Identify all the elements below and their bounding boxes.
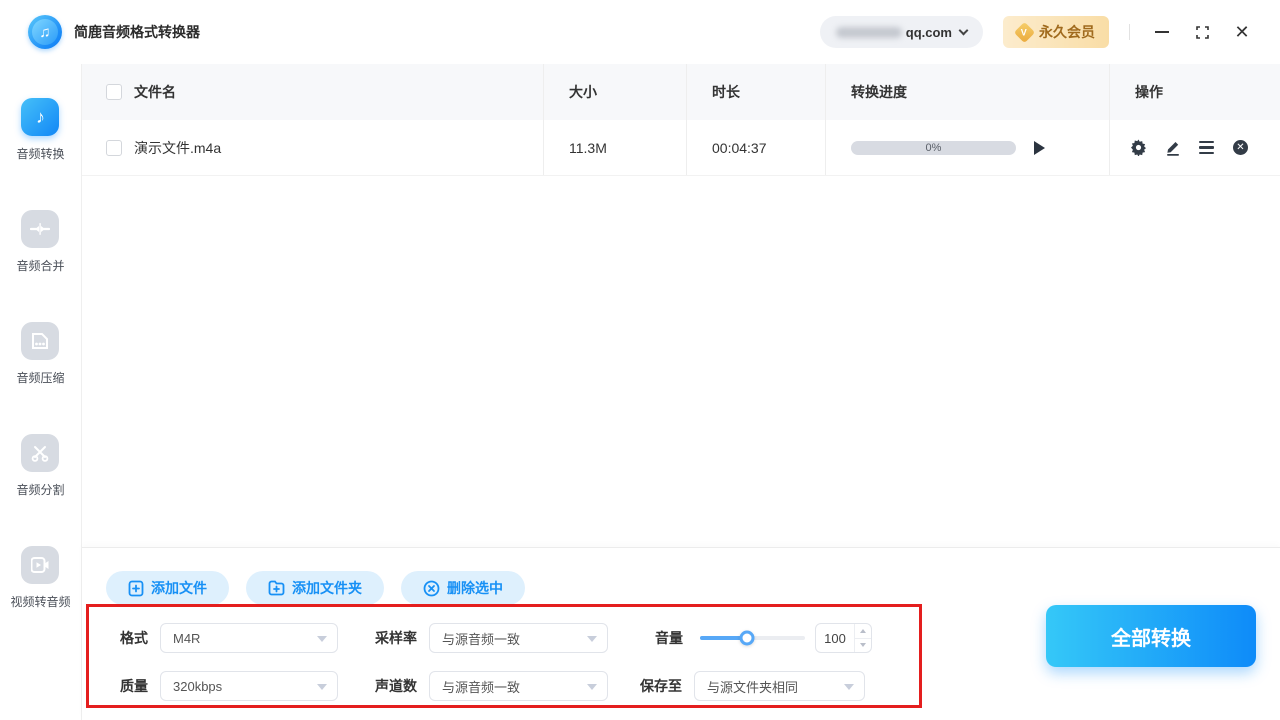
dropdown-arrow-icon	[317, 684, 327, 690]
video-camera-icon	[21, 546, 60, 584]
volume-increment-button[interactable]	[855, 624, 871, 639]
table-header: 文件名 大小 时长 转换进度 操作	[82, 64, 1280, 120]
quality-label: 质量	[120, 678, 148, 694]
column-header-progress: 转换进度	[825, 64, 1109, 120]
convert-all-button[interactable]: 全部转换	[1046, 605, 1256, 667]
app-window: ♫ 简鹿音频格式转换器 qq.com V 永久会员 ✕ ♪ 音频转换 音频合并 …	[0, 0, 1280, 720]
sidebar-item-audio-compress[interactable]: 音频压缩	[16, 322, 65, 386]
account-email: qq.com	[905, 24, 952, 40]
volume-stepper: 100	[815, 623, 872, 653]
sidebar-item-audio-convert[interactable]: ♪ 音频转换	[16, 98, 65, 162]
sidebar-item-video-to-audio[interactable]: 视频转音频	[10, 546, 71, 610]
volume-slider[interactable]	[700, 630, 805, 646]
sidebar-item-label: 音频合并	[16, 259, 65, 273]
sidebar: ♪ 音频转换 音频合并 音频压缩 音频分割 视频转音频	[0, 64, 82, 720]
blurred-email-prefix	[835, 26, 902, 38]
delete-selected-button[interactable]: 删除选中	[401, 571, 525, 605]
minimize-button[interactable]	[1142, 12, 1182, 52]
chevron-down-icon	[958, 25, 969, 36]
scissors-icon	[21, 434, 60, 472]
column-header-actions: 操作	[1109, 64, 1280, 120]
column-header-filename: 文件名	[134, 84, 176, 100]
progress-label: 0%	[925, 141, 942, 154]
maximize-icon	[1195, 25, 1209, 39]
format-dropdown[interactable]: M4R	[160, 623, 338, 653]
format-label: 格式	[120, 630, 148, 646]
settings-row-2: 质量 320kbps 声道数 与源音频一致 保存至 与源文件夹相同	[86, 671, 922, 701]
volume-decrement-button[interactable]	[855, 639, 871, 653]
channels-dropdown[interactable]: 与源音频一致	[429, 671, 608, 701]
file-size: 11.3M	[543, 120, 686, 175]
sample-rate-dropdown[interactable]: 与源音频一致	[429, 623, 608, 653]
play-icon[interactable]	[1034, 140, 1045, 155]
file-plus-icon	[128, 580, 144, 596]
titlebar: ♫ 简鹿音频格式转换器 qq.com V 永久会员 ✕	[0, 0, 1280, 64]
save-to-dropdown[interactable]: 与源文件夹相同	[694, 671, 865, 701]
volume-label: 音量	[655, 630, 683, 646]
bottom-panel: 添加文件 添加文件夹 删除选中 格式 M4R 采样率 与源音频一致 音量 100…	[82, 547, 1280, 720]
sidebar-item-label: 视频转音频	[10, 595, 71, 609]
folder-plus-icon	[268, 580, 285, 596]
circle-x-icon	[423, 580, 440, 596]
dropdown-arrow-icon	[587, 684, 597, 690]
gear-icon[interactable]	[1130, 139, 1147, 156]
account-menu[interactable]: qq.com	[819, 16, 983, 48]
add-folder-button[interactable]: 添加文件夹	[246, 571, 384, 605]
membership-badge[interactable]: V 永久会员	[1003, 16, 1109, 48]
caret-down-icon	[860, 643, 866, 648]
toolbar: 添加文件 添加文件夹 删除选中	[106, 571, 525, 605]
close-button[interactable]: ✕	[1222, 12, 1262, 52]
table-row: 演示文件.m4a 11.3M 00:04:37 0% ✕	[82, 120, 1280, 176]
maximize-button[interactable]	[1182, 12, 1222, 52]
edit-icon[interactable]	[1164, 139, 1181, 156]
close-icon: ✕	[1234, 22, 1250, 42]
app-title: 简鹿音频格式转换器	[74, 24, 200, 40]
channels-label: 声道数	[375, 678, 417, 694]
save-to-label: 保存至	[640, 678, 682, 694]
progress-cell: 0%	[825, 120, 1109, 175]
select-all-checkbox[interactable]	[106, 84, 122, 100]
column-header-size: 大小	[543, 64, 686, 120]
row-checkbox[interactable]	[106, 139, 122, 156]
caret-up-icon	[860, 628, 866, 633]
dropdown-arrow-icon	[587, 636, 597, 642]
vip-gem-icon: V	[1013, 21, 1036, 43]
dropdown-arrow-icon	[844, 684, 854, 690]
quality-dropdown[interactable]: 320kbps	[160, 671, 338, 701]
menu-icon[interactable]	[1198, 139, 1215, 156]
progress-bar: 0%	[851, 140, 1016, 155]
file-duration: 00:04:37	[686, 120, 825, 175]
app-logo-icon: ♫	[28, 15, 62, 49]
volume-value[interactable]: 100	[816, 624, 854, 652]
column-header-duration: 时长	[686, 64, 825, 120]
settings-row-1: 格式 M4R 采样率 与源音频一致 音量 100	[86, 623, 922, 653]
sample-rate-label: 采样率	[375, 630, 417, 646]
add-file-button[interactable]: 添加文件	[106, 571, 229, 605]
remove-icon[interactable]: ✕	[1232, 139, 1249, 156]
dropdown-arrow-icon	[317, 636, 327, 642]
file-name: 演示文件.m4a	[134, 139, 222, 156]
membership-label: 永久会员	[1039, 24, 1095, 40]
minimize-icon	[1155, 31, 1169, 33]
file-list-empty-area	[82, 176, 1280, 547]
compress-file-icon	[21, 322, 60, 360]
sidebar-item-audio-merge[interactable]: 音频合并	[16, 210, 65, 274]
sidebar-item-label: 音频压缩	[16, 371, 65, 385]
sidebar-item-label: 音频转换	[16, 147, 65, 161]
row-actions: ✕	[1109, 120, 1280, 175]
volume-slider-handle[interactable]	[739, 630, 755, 646]
sidebar-item-label: 音频分割	[16, 483, 65, 497]
sidebar-item-audio-split[interactable]: 音频分割	[16, 434, 65, 498]
titlebar-divider	[1129, 24, 1130, 40]
merge-icon	[21, 210, 60, 248]
music-note-icon: ♪	[21, 98, 60, 136]
